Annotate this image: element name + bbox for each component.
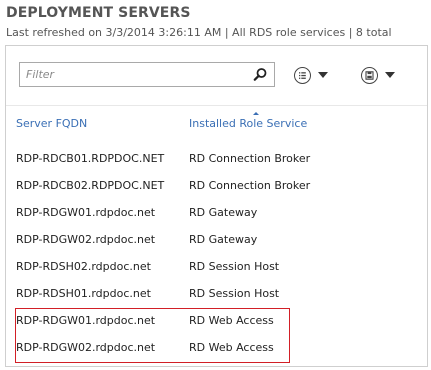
table-row[interactable]: RDP-RDGW01.rdpdoc.net RD Gateway — [6, 199, 427, 226]
server-fqdn-cell: RDP-RDSH01.rdpdoc.net — [16, 287, 151, 300]
servers-panel: Server FQDN Installed Role Service RDP-R… — [5, 45, 428, 367]
page-title: DEPLOYMENT SERVERS — [6, 5, 191, 21]
column-header-server-fqdn[interactable]: Server FQDN — [16, 117, 87, 130]
role-service-cell: RD Session Host — [189, 287, 280, 300]
save-icon — [361, 66, 378, 84]
list-icon — [294, 66, 311, 84]
chevron-down-icon — [318, 72, 328, 78]
role-service-cell: RD Web Access — [189, 341, 274, 354]
table-row[interactable]: RDP-RDCB02.RDPDOC.NET RD Connection Brok… — [6, 172, 427, 199]
save-query-button[interactable] — [361, 64, 395, 86]
refresh-status: Last refreshed on 3/3/2014 3:26:11 AM | … — [6, 26, 392, 39]
server-fqdn-cell: RDP-RDSH02.rdpdoc.net — [16, 260, 151, 273]
sort-ascending-icon — [253, 112, 259, 115]
chevron-down-icon — [385, 72, 395, 78]
server-fqdn-cell: RDP-RDCB01.RDPDOC.NET — [16, 152, 165, 165]
column-header-installed-role-service[interactable]: Installed Role Service — [189, 117, 307, 130]
table-row[interactable]: RDP-RDCB01.RDPDOC.NET RD Connection Brok… — [6, 145, 427, 172]
role-service-cell: RD Gateway — [189, 233, 258, 246]
server-fqdn-cell: RDP-RDGW02.rdpdoc.net — [16, 341, 156, 354]
table-row[interactable]: RDP-RDGW02.rdpdoc.net RD Gateway — [6, 226, 427, 253]
role-service-cell: RD Web Access — [189, 314, 274, 327]
server-table-body: RDP-RDCB01.RDPDOC.NET RD Connection Brok… — [6, 145, 427, 361]
server-fqdn-cell: RDP-RDGW02.rdpdoc.net — [16, 233, 156, 246]
toolbar — [6, 46, 427, 105]
server-fqdn-cell: RDP-RDCB02.RDPDOC.NET — [16, 179, 165, 192]
role-service-cell: RD Session Host — [189, 260, 280, 273]
toolbar-divider — [6, 105, 427, 106]
role-service-cell: RD Connection Broker — [189, 152, 311, 165]
tasks-list-button[interactable] — [294, 64, 328, 86]
server-fqdn-cell: RDP-RDGW01.rdpdoc.net — [16, 206, 156, 219]
search-icon[interactable] — [253, 67, 268, 82]
table-row[interactable]: RDP-RDGW02.rdpdoc.net RD Web Access — [6, 334, 427, 361]
table-row[interactable]: RDP-RDSH01.rdpdoc.net RD Session Host — [6, 280, 427, 307]
table-row[interactable]: RDP-RDGW01.rdpdoc.net RD Web Access — [6, 307, 427, 334]
filter-input[interactable] — [24, 65, 242, 84]
role-service-cell: RD Connection Broker — [189, 179, 311, 192]
role-service-cell: RD Gateway — [189, 206, 258, 219]
server-fqdn-cell: RDP-RDGW01.rdpdoc.net — [16, 314, 156, 327]
filter-box[interactable] — [19, 62, 275, 87]
table-row[interactable]: RDP-RDSH02.rdpdoc.net RD Session Host — [6, 253, 427, 280]
